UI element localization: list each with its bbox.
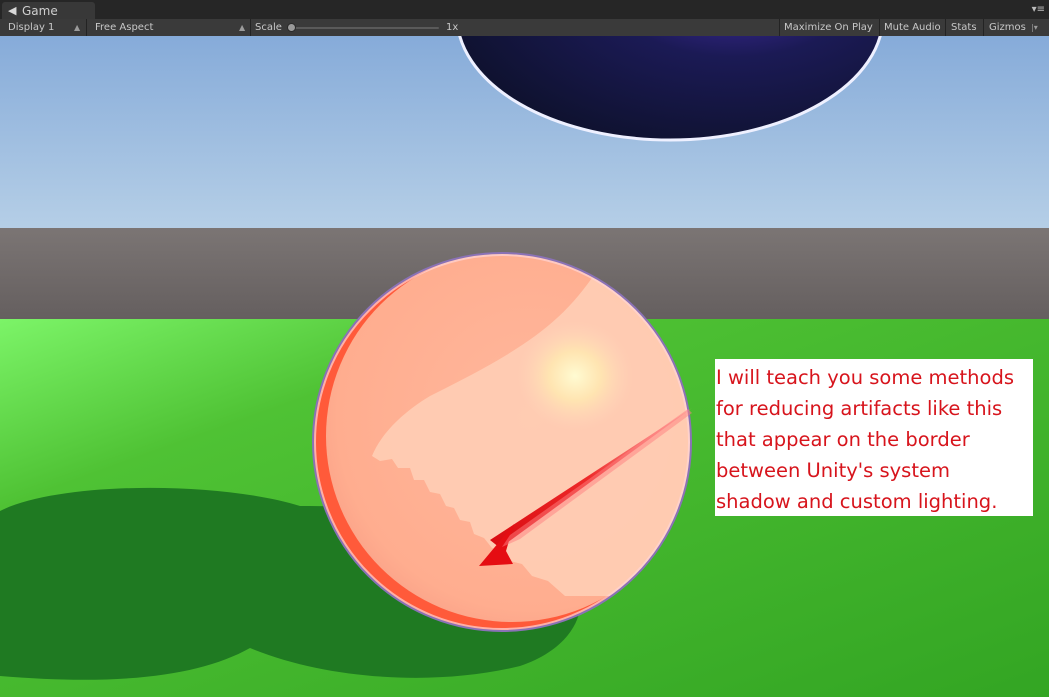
game-toolbar: Display 1 ▲︎ Free Aspect ▲︎ Scale 1x Max… [0,19,1049,37]
tab-bar: ◀ Game ▾≡ [0,0,1049,19]
divider [945,19,946,36]
callout-line: shadow and custom lighting. [716,490,998,513]
gizmos-arrow-icon[interactable]: |▾ [1031,19,1038,36]
aspect-dropdown[interactable]: Free Aspect ▲︎ [87,19,249,36]
gizmos-dropdown[interactable]: Gizmos [989,19,1026,36]
divider [879,19,880,36]
tab-label: Game [22,4,58,18]
annotation-callout: I will teach you some methods for reduci… [715,359,1033,516]
stats-button[interactable]: Stats [951,19,977,36]
scale-slider-thumb[interactable] [287,23,296,32]
dropdown-arrows-icon: ▲︎ [74,23,81,32]
mute-audio-button[interactable]: Mute Audio [884,19,941,36]
dropdown-arrows-icon: ▲︎ [239,23,246,32]
panel-menu-icon[interactable]: ▾≡ [1031,4,1045,16]
game-viewport[interactable]: I will teach you some methods for reduci… [0,36,1049,697]
scale-label: Scale [255,22,282,33]
display-label: Display 1 [8,22,55,33]
tab-game[interactable]: ◀ Game [2,2,95,19]
game-icon: ◀ [8,4,17,17]
display-dropdown[interactable]: Display 1 ▲︎ [0,19,86,36]
divider [779,19,780,36]
aspect-label: Free Aspect [95,22,154,33]
divider [983,19,984,36]
callout-line: for reducing artifacts like this [716,397,1003,420]
callout-line: I will teach you some methods [716,366,1014,389]
callout-line: that appear on the border [716,428,970,451]
maximize-on-play-button[interactable]: Maximize On Play [784,19,873,36]
callout-line: between Unity's system [716,459,950,482]
scale-slider-track[interactable] [291,27,439,29]
divider [250,19,251,36]
scale-value: 1x [446,22,459,33]
